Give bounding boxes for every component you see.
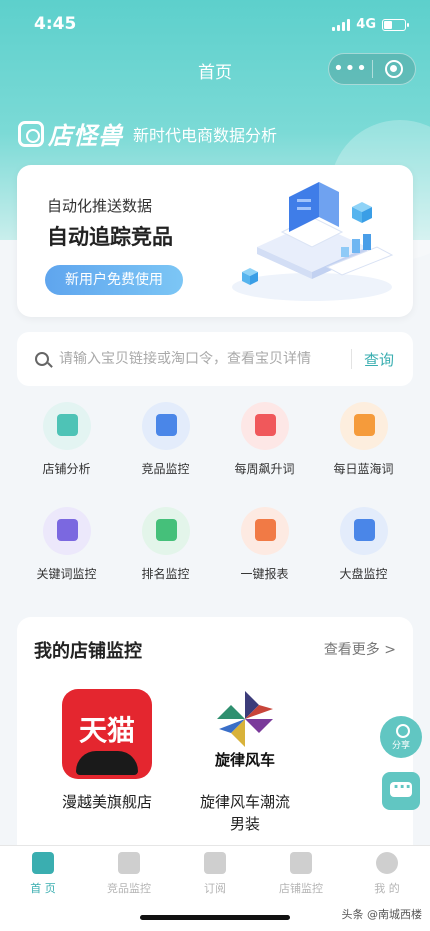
- tab-home[interactable]: 首 页: [0, 852, 86, 896]
- network-label: 4G: [356, 17, 376, 32]
- bag-icon: [240, 402, 289, 450]
- target-icon: [384, 60, 403, 78]
- product-search-input[interactable]: [59, 351, 349, 367]
- banner-subtitle: 自动化推送数据: [47, 197, 153, 215]
- brand-slogan: 新时代电商数据分析: [133, 125, 278, 145]
- pinwheel-icon: [217, 691, 273, 747]
- feature-daily-blue-ocean-words[interactable]: 每日蓝海词: [314, 402, 413, 477]
- home-icon: [32, 852, 54, 874]
- feature-label: 每日蓝海词: [333, 462, 394, 476]
- tab-label: 竞品监控: [107, 882, 151, 895]
- shop-icon: [42, 402, 91, 450]
- pinwheel-logo: 旋律风车: [200, 689, 290, 779]
- shop-name-line-2: 男装: [229, 815, 260, 833]
- search-submit-button[interactable]: 查询: [364, 349, 394, 370]
- plus-square-icon: [204, 852, 226, 874]
- shop-name: 旋律风车潮流 男装: [180, 791, 310, 835]
- user-icon: [376, 852, 398, 874]
- home-indicator: [140, 915, 290, 920]
- section-title: 我的店铺监控: [34, 641, 142, 662]
- share-button[interactable]: 分享: [380, 716, 422, 758]
- shop-name: 漫越美旗舰店: [61, 793, 152, 811]
- brand-name: 店怪兽: [48, 122, 123, 150]
- shop-item[interactable]: 旋律风车 旋律风车潮流 男装: [180, 689, 310, 835]
- tab-label: 我 的: [374, 882, 400, 895]
- tab-label: 首 页: [30, 882, 56, 895]
- feature-label: 竞品监控: [141, 462, 190, 476]
- view-more-link[interactable]: 查看更多 >: [324, 639, 396, 659]
- feature-one-click-report[interactable]: 一键报表: [215, 507, 314, 582]
- feature-label: 大盘监控: [339, 567, 388, 581]
- tab-competitor-monitor[interactable]: 竞品监控: [86, 852, 172, 896]
- search-divider: [351, 349, 352, 369]
- mail-icon: [290, 852, 312, 874]
- feature-label: 关键词监控: [36, 567, 97, 581]
- close-mini-program-button[interactable]: [373, 60, 415, 78]
- book-icon: [42, 507, 91, 555]
- feature-label: 排名监控: [141, 567, 190, 581]
- chat-icon[interactable]: [382, 772, 420, 810]
- logo-text: 天猫: [78, 714, 135, 747]
- tab-store-monitor[interactable]: 店铺监控: [258, 852, 344, 896]
- feature-label: 店铺分析: [42, 462, 91, 476]
- monitor-icon: [141, 402, 190, 450]
- tab-profile[interactable]: 我 的: [344, 852, 430, 896]
- feature-ranking-monitor[interactable]: 排名监控: [116, 507, 215, 582]
- tab-label: 订阅: [204, 882, 226, 895]
- more-menu-button[interactable]: •••: [329, 54, 372, 84]
- search-icon: [35, 352, 49, 366]
- search-bar: 查询: [17, 332, 413, 386]
- tab-label: 店铺监控: [279, 882, 323, 895]
- mini-program-capsule: •••: [328, 53, 416, 85]
- watermark: 头条 @南城西楼: [341, 908, 423, 921]
- banner-title: 自动追踪竞品: [47, 225, 173, 249]
- logo-text: 旋律风车: [214, 751, 275, 769]
- battery-icon: [382, 18, 409, 31]
- isometric-server-illustration: [232, 182, 394, 301]
- tmall-logo: 天猫: [62, 689, 152, 779]
- free-trial-button[interactable]: 新用户免费使用: [45, 265, 183, 295]
- feature-keyword-monitor[interactable]: 关键词监控: [17, 507, 116, 582]
- report-icon: [240, 507, 289, 555]
- tab-subscribe[interactable]: 订阅: [172, 852, 258, 896]
- brand-header: 店怪兽 新时代电商数据分析: [18, 116, 277, 151]
- trophy-icon: [141, 507, 190, 555]
- store-monitor-card: 我的店铺监控 查看更多 > 天猫 漫越美旗舰店 旋律风车 旋律风车潮流 男装: [17, 617, 413, 849]
- brand-logo-icon: [18, 120, 44, 147]
- feature-shop-analysis[interactable]: 店铺分析: [17, 402, 116, 477]
- status-time: 4:45: [34, 14, 77, 34]
- signal-icon: [332, 18, 351, 31]
- feature-label: 一键报表: [240, 567, 289, 581]
- letter-a-icon: [339, 402, 388, 450]
- promo-banner[interactable]: 自动化推送数据 自动追踪竞品 新用户免费使用: [17, 165, 413, 317]
- feature-label: 每周飙升词: [234, 462, 295, 476]
- feature-weekly-rising-words[interactable]: 每周飙升词: [215, 402, 314, 477]
- shop-item[interactable]: 天猫 漫越美旗舰店: [42, 689, 172, 813]
- feature-competitor-monitor[interactable]: 竞品监控: [116, 402, 215, 477]
- feature-market-monitor[interactable]: 大盘监控: [314, 507, 413, 582]
- shop-name-line-1: 旋律风车潮流: [199, 793, 290, 811]
- bag-icon: [118, 852, 140, 874]
- server-icon: [339, 507, 388, 555]
- status-bar: 4:45 4G: [0, 0, 430, 50]
- status-indicators: 4G: [332, 17, 409, 32]
